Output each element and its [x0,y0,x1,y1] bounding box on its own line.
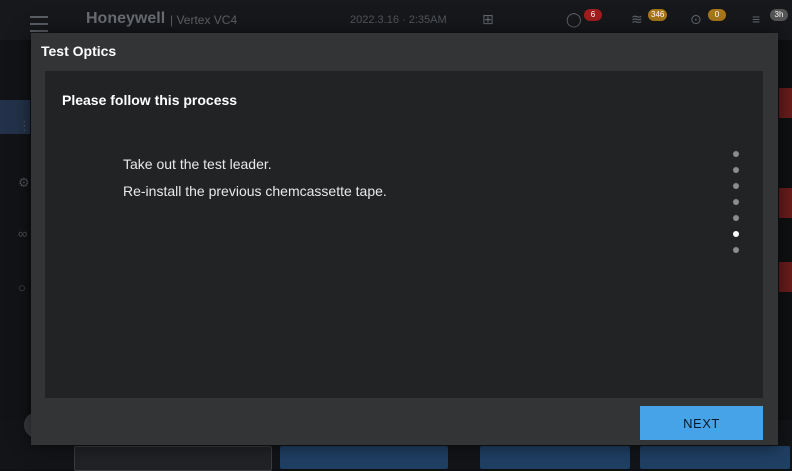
signal-icon[interactable]: ≋ [631,11,643,28]
sidebar-list-icon[interactable]: ⋮ [18,118,31,134]
network-badge: 346 [648,9,668,21]
status-strip [779,188,792,218]
bottom-button[interactable] [640,446,790,469]
network-icon[interactable]: ⊞ [482,11,494,28]
pager-dot [733,199,739,205]
status-strip [779,88,792,118]
test-optics-dialog: Test Optics Please follow this process T… [31,33,778,445]
sidebar: ⋮ ⚙ ∞ ○ [0,40,31,420]
step-text: Re-install the previous chemcassette tap… [123,183,387,199]
pager-dot [733,247,739,253]
bottom-button[interactable] [280,446,448,469]
sidebar-link-icon[interactable]: ∞ [18,226,27,241]
pager-dot-active [733,231,739,237]
dialog-content: Please follow this process Take out the … [45,71,763,398]
status-strip [779,262,792,292]
user-icon[interactable]: ⊙ [690,11,702,28]
datetime: 2022.3.16 · 2:35AM [350,14,447,26]
pager-dot [733,215,739,221]
notification-badge: 6 [584,9,602,21]
pager-dot [733,151,739,157]
next-button[interactable]: NEXT [640,406,763,440]
bottom-button[interactable] [480,446,630,469]
users-badge: 0 [708,9,726,21]
menu-icon[interactable] [30,16,48,32]
process-heading: Please follow this process [62,92,238,108]
dialog-title: Test Optics [41,43,117,59]
bottom-button[interactable] [74,446,272,471]
sidebar-gear-icon[interactable]: ⚙ [18,175,30,191]
step-text: Take out the test leader. [123,156,272,172]
pager-dot [733,183,739,189]
bell-icon[interactable]: ◯ [566,11,582,28]
step-pager [733,151,739,263]
pager-dot [733,167,739,173]
sidebar-circle-icon[interactable]: ○ [18,280,26,295]
product-name: | Vertex VC4 [170,13,238,27]
list-icon[interactable]: ≡ [752,11,760,27]
instruction-steps: Take out the test leader. Re-install the… [123,155,387,209]
other-badge: 3h [770,9,788,21]
brand-logo: Honeywell [86,10,166,27]
